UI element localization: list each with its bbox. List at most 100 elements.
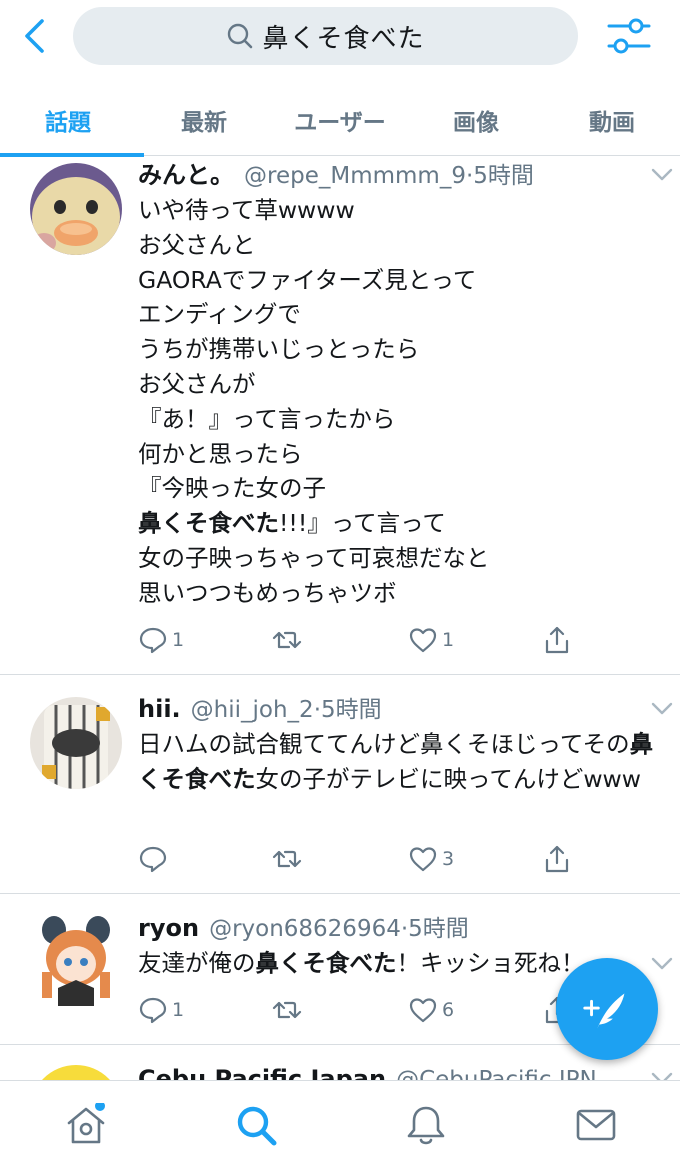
user-handle[interactable]: @ryon68626964 [209,911,401,947]
sliders-icon[interactable] [606,16,652,56]
tweet-text: いや待って草wwww お父さんと GAORAでファイターズ見とって エンディング… [138,193,658,611]
separator-dot: · [400,916,409,942]
tweet[interactable]: hii. @hii_joh_2 · 5時間 日ハムの試合観ててんけど鼻くそほじっ… [0,675,680,894]
compose-tweet-button[interactable] [556,958,658,1060]
tweet-header: みんと。 @repe_Mmmmm_9 · 5時間 [138,157,658,193]
search-tabs: 話題 最新 ユーザー 画像 動画 [0,84,680,157]
display-name[interactable]: hii. [138,691,181,727]
heart-icon [409,998,437,1023]
search-highlight: 鼻くそ食べた [138,509,279,538]
user-handle[interactable]: @hii_joh_2 [191,692,314,728]
chevron-down-icon[interactable] [650,956,674,972]
tweet-header: ryon @ryon68626964 · 5時間 [138,910,658,946]
reply-button[interactable]: 1 [138,623,184,657]
tab-top[interactable]: 話題 [0,84,144,157]
tweet-line: GAORAでファイターズ見とって [138,265,477,294]
tweet-line: お父さんが [138,369,256,398]
like-button[interactable]: 6 [408,993,454,1027]
search-icon [237,1106,277,1146]
tab-latest[interactable]: 最新 [136,84,272,156]
retweet-button[interactable] [272,993,306,1027]
display-name[interactable]: みんと。 [138,157,234,193]
speech-bubble-icon [139,997,167,1024]
avatar[interactable] [30,1065,122,1080]
like-button[interactable]: 3 [408,842,454,876]
tweet-line: お父さんと [138,230,256,259]
home-icon [67,1101,105,1144]
heart-icon [409,628,437,653]
share-button[interactable] [542,842,572,876]
like-count: 1 [442,629,455,651]
retweet-icon [272,850,302,868]
tweet-line: 何かと思ったら [138,439,303,468]
tab-users[interactable]: ユーザー [272,84,408,156]
tweet-line: !!!』って言って [279,509,446,538]
tweet-text-after: 女の子がテレビに映ってんけどwww [255,764,642,793]
tab-images[interactable]: 画像 [408,84,544,156]
retweet-button[interactable] [272,842,306,876]
reply-count: 1 [172,629,185,651]
tweet-text: 日ハムの試合観ててんけど鼻くそほじってその鼻くそ食べた女の子がテレビに映ってんけ… [138,727,658,797]
timestamp: 5時間 [321,697,382,723]
nav-notifications[interactable] [404,1103,448,1147]
nav-search[interactable] [234,1103,278,1147]
reply-count: 1 [172,999,185,1021]
tweet-actions: 1 6 [138,993,578,1027]
bottom-nav [0,1080,680,1170]
bell-icon [407,1106,445,1145]
top-bar: 鼻くそ食べた [0,0,680,72]
tweet-actions: 1 1 [138,623,578,657]
tweet-text-after: ！キッショ死ね！ [396,949,585,977]
like-button[interactable]: 1 [408,623,454,657]
display-name[interactable]: ryon [138,910,199,946]
reply-button[interactable]: 1 [138,993,184,1027]
tweet-actions: 3 [138,842,578,876]
tweet-line: 『あ！』って言ったから [138,404,396,433]
speech-bubble-icon [139,846,167,873]
mail-icon [576,1109,616,1141]
chevron-down-icon[interactable] [650,167,674,183]
search-icon [228,23,253,49]
tweet-line: 女の子映っちゃって可哀想だなと [138,543,490,572]
tweet-header: hii. @hii_joh_2 · 5時間 [138,691,658,727]
chevron-down-icon[interactable] [650,701,674,717]
tweet-header: Cebu Pacific Japan @CebuPacific JPN [138,1061,658,1080]
display-name[interactable]: Cebu Pacific Japan [138,1061,386,1080]
nav-home[interactable] [64,1101,108,1147]
separator-dot: · [465,163,474,189]
retweet-icon [272,631,302,649]
search-query: 鼻くそ食べた [262,23,425,54]
tweet-line: 思いつつもめっちゃツボ [138,578,397,607]
timestamp: 5時間 [473,163,534,189]
avatar[interactable] [30,163,122,255]
tweet-feed: みんと。 @repe_Mmmmm_9 · 5時間 いや待って草wwww お父さん… [0,157,680,1080]
retweet-icon [272,1001,302,1019]
chevron-left-icon[interactable] [18,18,52,54]
heart-icon [409,847,437,872]
tweet[interactable]: みんと。 @repe_Mmmmm_9 · 5時間 いや待って草wwww お父さん… [0,157,680,675]
reply-button[interactable] [138,842,172,876]
tab-videos[interactable]: 動画 [544,84,680,156]
like-count: 3 [442,848,455,870]
user-handle[interactable]: @CebuPacific JPN [396,1062,597,1080]
user-handle[interactable]: @repe_Mmmmm_9 [244,158,466,194]
retweet-button[interactable] [272,623,306,657]
share-icon [545,626,569,654]
share-icon [545,845,569,873]
nav-messages[interactable] [574,1103,618,1147]
tweet-line: いや待って草wwww [138,196,355,224]
tweet-line: 『今映った女の子 [138,474,326,503]
tweet-text-before: 友達が俺の [138,949,256,977]
tweet-line: エンディングで [138,300,301,329]
like-count: 6 [442,999,455,1021]
chevron-down-icon[interactable] [650,1071,674,1080]
feather-plus-icon [583,993,625,1029]
search-highlight: 鼻くそ食べた [255,949,397,977]
separator-dot: · [313,697,321,723]
search-input[interactable]: 鼻くそ食べた [73,7,578,65]
avatar[interactable] [30,914,122,1006]
avatar[interactable] [30,697,122,789]
share-button[interactable] [542,623,572,657]
tweet-line: うちが携帯いじっとったら [138,335,420,364]
speech-bubble-icon [139,627,167,654]
